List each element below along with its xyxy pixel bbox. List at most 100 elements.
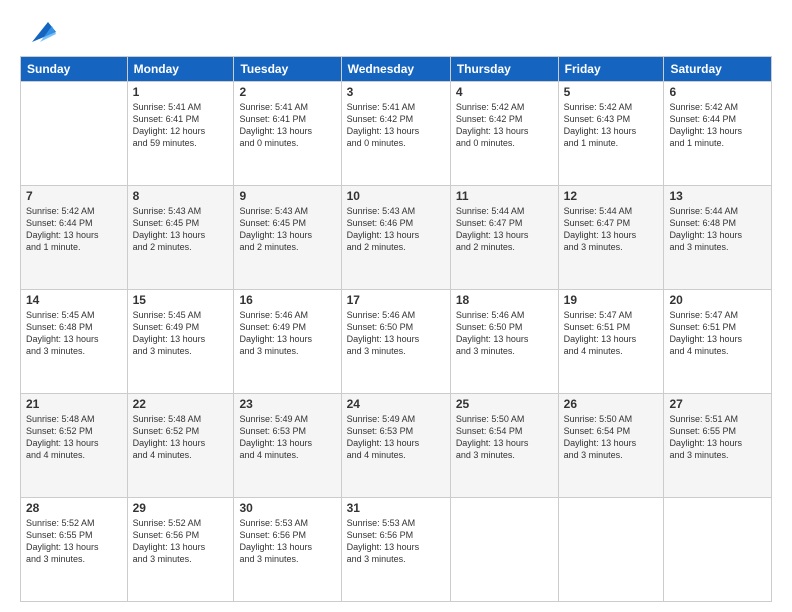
calendar-day-cell: 22 Sunrise: 5:48 AMSunset: 6:52 PMDayligh… xyxy=(127,394,234,498)
calendar-day-cell: 15 Sunrise: 5:45 AMSunset: 6:49 PMDayligh… xyxy=(127,290,234,394)
day-number: 29 xyxy=(133,501,229,515)
day-info: Sunrise: 5:46 AMSunset: 6:50 PMDaylight:… xyxy=(456,309,553,358)
day-info: Sunrise: 5:42 AMSunset: 6:42 PMDaylight:… xyxy=(456,101,553,150)
day-number: 1 xyxy=(133,85,229,99)
calendar-day-cell: 11 Sunrise: 5:44 AMSunset: 6:47 PMDayligh… xyxy=(450,186,558,290)
calendar-day-cell: 17 Sunrise: 5:46 AMSunset: 6:50 PMDayligh… xyxy=(341,290,450,394)
day-info: Sunrise: 5:43 AMSunset: 6:45 PMDaylight:… xyxy=(133,205,229,254)
day-info: Sunrise: 5:47 AMSunset: 6:51 PMDaylight:… xyxy=(564,309,659,358)
day-number: 22 xyxy=(133,397,229,411)
calendar-day-cell: 10Sunrise: 5:43 AMSunset: 6:46 PMDayligh… xyxy=(341,186,450,290)
header xyxy=(20,18,772,46)
day-info: Sunrise: 5:50 AMSunset: 6:54 PMDaylight:… xyxy=(456,413,553,462)
calendar-day-cell: 9 Sunrise: 5:43 AMSunset: 6:45 PMDaylight… xyxy=(234,186,341,290)
day-number: 15 xyxy=(133,293,229,307)
calendar-day-cell: 16 Sunrise: 5:46 AMSunset: 6:49 PMDayligh… xyxy=(234,290,341,394)
day-number: 18 xyxy=(456,293,553,307)
day-info: Sunrise: 5:45 AMSunset: 6:48 PMDaylight:… xyxy=(26,309,122,358)
calendar-day-cell: 13Sunrise: 5:44 AMSunset: 6:48 PMDayligh… xyxy=(664,186,772,290)
calendar-week-row: 21 Sunrise: 5:48 AMSunset: 6:52 PMDayligh… xyxy=(21,394,772,498)
day-number: 2 xyxy=(239,85,335,99)
day-info: Sunrise: 5:49 AMSunset: 6:53 PMDaylight:… xyxy=(239,413,335,462)
calendar-day-cell xyxy=(664,498,772,602)
calendar-day-cell xyxy=(558,498,664,602)
weekday-header: Saturday xyxy=(664,57,772,82)
calendar-day-cell: 14 Sunrise: 5:45 AMSunset: 6:48 PMDayligh… xyxy=(21,290,128,394)
day-number: 27 xyxy=(669,397,766,411)
day-number: 17 xyxy=(347,293,445,307)
logo xyxy=(20,18,56,46)
day-info: Sunrise: 5:42 AMSunset: 6:44 PMDaylight:… xyxy=(669,101,766,150)
day-number: 26 xyxy=(564,397,659,411)
day-number: 13 xyxy=(669,189,766,203)
calendar-day-cell: 25 Sunrise: 5:50 AMSunset: 6:54 PMDayligh… xyxy=(450,394,558,498)
calendar-day-cell: 3 Sunrise: 5:41 AMSunset: 6:42 PMDaylight… xyxy=(341,82,450,186)
day-info: Sunrise: 5:42 AMSunset: 6:44 PMDaylight:… xyxy=(26,205,122,254)
day-info: Sunrise: 5:49 AMSunset: 6:53 PMDaylight:… xyxy=(347,413,445,462)
calendar-week-row: 1 Sunrise: 5:41 AMSunset: 6:41 PMDaylight… xyxy=(21,82,772,186)
day-info: Sunrise: 5:48 AMSunset: 6:52 PMDaylight:… xyxy=(26,413,122,462)
day-info: Sunrise: 5:45 AMSunset: 6:49 PMDaylight:… xyxy=(133,309,229,358)
logo-icon xyxy=(24,14,56,46)
calendar-day-cell: 28Sunrise: 5:52 AMSunset: 6:55 PMDayligh… xyxy=(21,498,128,602)
calendar-day-cell: 18 Sunrise: 5:46 AMSunset: 6:50 PMDayligh… xyxy=(450,290,558,394)
calendar-day-cell: 27 Sunrise: 5:51 AMSunset: 6:55 PMDayligh… xyxy=(664,394,772,498)
day-info: Sunrise: 5:46 AMSunset: 6:49 PMDaylight:… xyxy=(239,309,335,358)
calendar-week-row: 28Sunrise: 5:52 AMSunset: 6:55 PMDayligh… xyxy=(21,498,772,602)
calendar-table: SundayMondayTuesdayWednesdayThursdayFrid… xyxy=(20,56,772,602)
calendar-day-cell: 26 Sunrise: 5:50 AMSunset: 6:54 PMDayligh… xyxy=(558,394,664,498)
day-info: Sunrise: 5:48 AMSunset: 6:52 PMDaylight:… xyxy=(133,413,229,462)
weekday-header: Monday xyxy=(127,57,234,82)
calendar-day-cell: 6 Sunrise: 5:42 AMSunset: 6:44 PMDaylight… xyxy=(664,82,772,186)
day-number: 8 xyxy=(133,189,229,203)
day-info: Sunrise: 5:53 AMSunset: 6:56 PMDaylight:… xyxy=(347,517,445,566)
day-info: Sunrise: 5:51 AMSunset: 6:55 PMDaylight:… xyxy=(669,413,766,462)
day-number: 3 xyxy=(347,85,445,99)
day-info: Sunrise: 5:42 AMSunset: 6:43 PMDaylight:… xyxy=(564,101,659,150)
calendar-day-cell xyxy=(450,498,558,602)
calendar-day-cell: 30Sunrise: 5:53 AMSunset: 6:56 PMDayligh… xyxy=(234,498,341,602)
day-number: 25 xyxy=(456,397,553,411)
day-number: 12 xyxy=(564,189,659,203)
weekday-header: Friday xyxy=(558,57,664,82)
day-number: 14 xyxy=(26,293,122,307)
calendar-day-cell: 12 Sunrise: 5:44 AMSunset: 6:47 PMDayligh… xyxy=(558,186,664,290)
day-info: Sunrise: 5:52 AMSunset: 6:56 PMDaylight:… xyxy=(133,517,229,566)
day-info: Sunrise: 5:41 AMSunset: 6:42 PMDaylight:… xyxy=(347,101,445,150)
calendar-day-cell: 29 Sunrise: 5:52 AMSunset: 6:56 PMDayligh… xyxy=(127,498,234,602)
day-info: Sunrise: 5:44 AMSunset: 6:47 PMDaylight:… xyxy=(564,205,659,254)
calendar-week-row: 14 Sunrise: 5:45 AMSunset: 6:48 PMDayligh… xyxy=(21,290,772,394)
day-number: 30 xyxy=(239,501,335,515)
calendar-week-row: 7 Sunrise: 5:42 AMSunset: 6:44 PMDaylight… xyxy=(21,186,772,290)
day-info: Sunrise: 5:46 AMSunset: 6:50 PMDaylight:… xyxy=(347,309,445,358)
day-number: 9 xyxy=(239,189,335,203)
day-number: 6 xyxy=(669,85,766,99)
day-info: Sunrise: 5:41 AMSunset: 6:41 PMDaylight:… xyxy=(133,101,229,150)
day-info: Sunrise: 5:43 AMSunset: 6:45 PMDaylight:… xyxy=(239,205,335,254)
calendar-day-cell: 20Sunrise: 5:47 AMSunset: 6:51 PMDayligh… xyxy=(664,290,772,394)
weekday-header: Sunday xyxy=(21,57,128,82)
day-number: 21 xyxy=(26,397,122,411)
day-number: 7 xyxy=(26,189,122,203)
weekday-header: Tuesday xyxy=(234,57,341,82)
day-info: Sunrise: 5:50 AMSunset: 6:54 PMDaylight:… xyxy=(564,413,659,462)
calendar-day-cell: 4Sunrise: 5:42 AMSunset: 6:42 PMDaylight… xyxy=(450,82,558,186)
calendar-day-cell: 5 Sunrise: 5:42 AMSunset: 6:43 PMDaylight… xyxy=(558,82,664,186)
calendar-day-cell: 31 Sunrise: 5:53 AMSunset: 6:56 PMDayligh… xyxy=(341,498,450,602)
calendar-day-cell: 8 Sunrise: 5:43 AMSunset: 6:45 PMDaylight… xyxy=(127,186,234,290)
day-number: 16 xyxy=(239,293,335,307)
calendar-day-cell: 7 Sunrise: 5:42 AMSunset: 6:44 PMDaylight… xyxy=(21,186,128,290)
day-number: 24 xyxy=(347,397,445,411)
calendar-day-cell xyxy=(21,82,128,186)
calendar-day-cell: 19 Sunrise: 5:47 AMSunset: 6:51 PMDayligh… xyxy=(558,290,664,394)
day-number: 19 xyxy=(564,293,659,307)
calendar-header-row: SundayMondayTuesdayWednesdayThursdayFrid… xyxy=(21,57,772,82)
day-number: 5 xyxy=(564,85,659,99)
day-number: 11 xyxy=(456,189,553,203)
day-info: Sunrise: 5:52 AMSunset: 6:55 PMDaylight:… xyxy=(26,517,122,566)
day-info: Sunrise: 5:44 AMSunset: 6:47 PMDaylight:… xyxy=(456,205,553,254)
day-info: Sunrise: 5:43 AMSunset: 6:46 PMDaylight:… xyxy=(347,205,445,254)
calendar-day-cell: 1 Sunrise: 5:41 AMSunset: 6:41 PMDaylight… xyxy=(127,82,234,186)
day-number: 23 xyxy=(239,397,335,411)
day-number: 31 xyxy=(347,501,445,515)
